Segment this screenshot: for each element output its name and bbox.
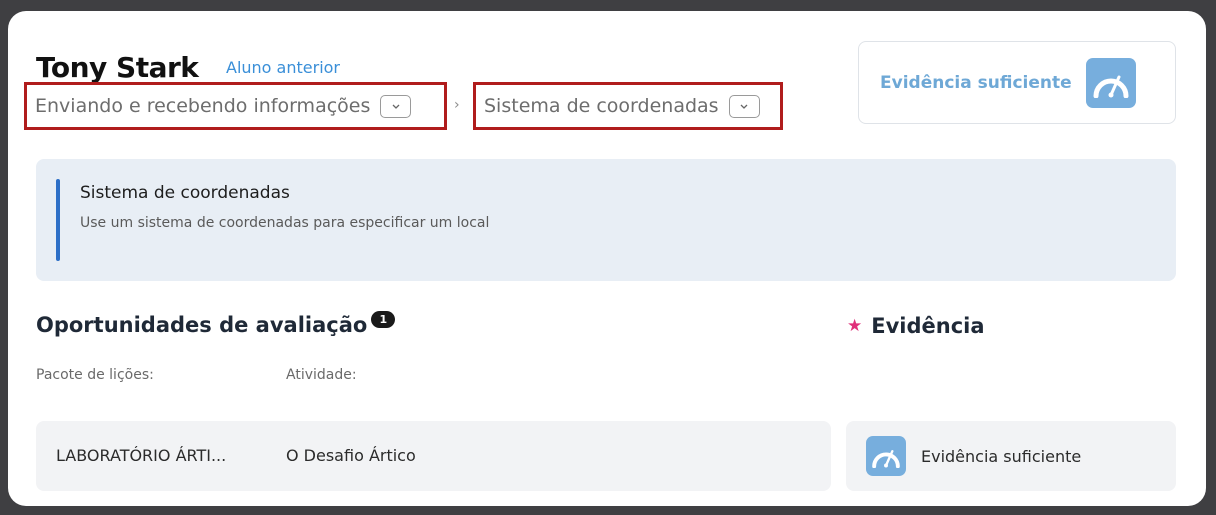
evidence-row-label: Evidência suficiente (921, 446, 1082, 466)
row-package: LABORATÓRIO ÁRTI... (56, 446, 227, 465)
assessment-row[interactable]: LABORATÓRIO ÁRTI... O Desafio Ártico (36, 421, 831, 491)
column-header-activity: Atividade: (286, 367, 357, 383)
gauge-icon (866, 436, 906, 476)
evidence-heading: ★ Evidência (847, 314, 985, 338)
breadcrumb-separator: › (454, 97, 460, 113)
breadcrumb-skill-label: Sistema de coordenadas (484, 95, 719, 117)
skill-description: Use um sistema de coordenadas para espec… (80, 215, 490, 231)
evidence-summary-card: Evidência suficiente (858, 41, 1176, 124)
evidence-title: Evidência (871, 314, 985, 338)
breadcrumb-category-label: Enviando e recebendo informações (35, 95, 371, 117)
evidence-row[interactable]: Evidência suficiente (846, 421, 1176, 491)
skill-title: Sistema de coordenadas (80, 183, 290, 203)
assessment-title: Oportunidades de avaliação (36, 313, 368, 337)
breadcrumb-category-select[interactable]: Enviando e recebendo informações (24, 82, 447, 130)
assessment-section-title: Oportunidades de avaliação 1 (36, 311, 396, 337)
assessment-count-badge: 1 (371, 311, 396, 328)
student-skill-modal: Tony Stark Aluno anterior Enviando e rec… (8, 11, 1206, 506)
chevron-down-icon[interactable] (728, 94, 760, 118)
student-name: Tony Stark (36, 51, 199, 84)
evidence-summary-label: Evidência suficiente (880, 72, 1072, 93)
column-header-package: Pacote de lições: (36, 367, 154, 383)
gauge-icon (1085, 57, 1136, 108)
breadcrumb-skill-select[interactable]: Sistema de coordenadas (473, 82, 783, 130)
info-accent-bar (56, 179, 60, 261)
row-activity: O Desafio Ártico (286, 446, 416, 465)
chevron-down-icon[interactable] (380, 94, 412, 118)
previous-student-link[interactable]: Aluno anterior (226, 58, 340, 77)
skill-info-box: Sistema de coordenadas Use um sistema de… (36, 159, 1176, 281)
star-icon: ★ (847, 316, 863, 336)
